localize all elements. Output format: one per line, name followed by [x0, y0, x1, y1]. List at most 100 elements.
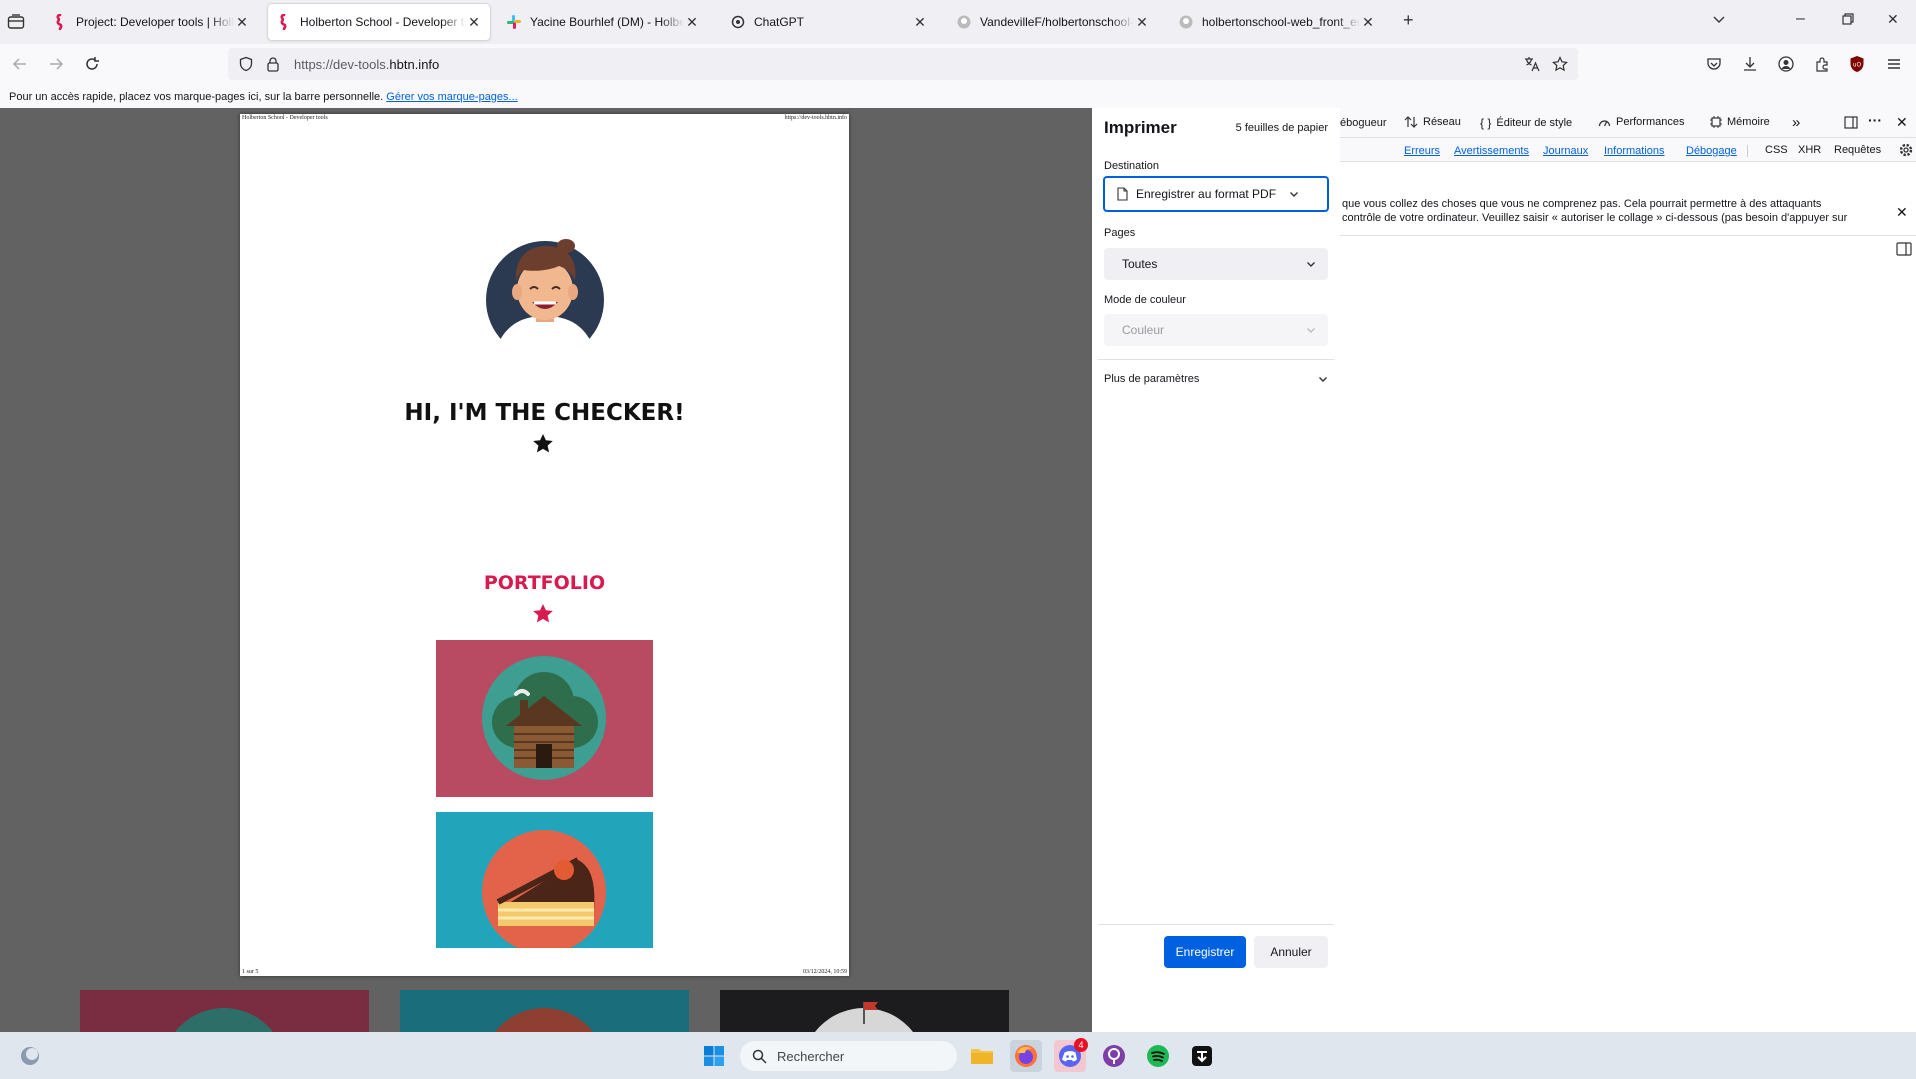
reload-icon[interactable] [84, 56, 100, 72]
widgets-icon[interactable] [14, 1040, 46, 1072]
cancel-button[interactable]: Annuler [1254, 936, 1328, 968]
downloads-icon[interactable] [1742, 56, 1758, 72]
forward-icon[interactable] [48, 56, 64, 72]
url-bar[interactable]: https://dev-tools.hbtn.info [228, 48, 1578, 80]
search-icon [752, 1049, 767, 1064]
filter-logs[interactable]: Journaux [1543, 145, 1588, 157]
devtools-tab-debugger[interactable]: ébogueur [1340, 117, 1387, 129]
url-prefix: https://dev-tools. [294, 56, 390, 72]
close-tab-icon[interactable]: ✕ [234, 14, 250, 31]
devtools-tab-network[interactable]: Réseau [1404, 116, 1461, 128]
windows-taskbar: Rechercher 4 [0, 1032, 1916, 1079]
podcast-app-icon[interactable] [1098, 1040, 1130, 1072]
github-icon [956, 14, 972, 30]
page-footer-right: 03/12/2024, 10:59 [802, 969, 847, 975]
terminal-app-icon[interactable] [1186, 1040, 1218, 1072]
pages-select[interactable]: Toutes [1104, 248, 1328, 280]
destination-label: Destination [1104, 160, 1160, 172]
filter-debug[interactable]: Débogage [1686, 145, 1737, 157]
star-icon [533, 434, 553, 453]
devtools-tab-performance[interactable]: Performances [1598, 116, 1684, 128]
close-tab-icon[interactable]: ✕ [466, 14, 482, 31]
network-icon [1404, 116, 1418, 128]
close-window-icon[interactable]: ✕ [1887, 11, 1899, 28]
spotify-icon[interactable] [1142, 1040, 1174, 1072]
tab-github-front-end[interactable]: holbertonschool-web_front_end ✕ [1170, 4, 1384, 40]
divider [1747, 145, 1748, 157]
firefox-taskbar-icon[interactable] [1010, 1040, 1042, 1072]
tab-github-repo[interactable]: VandevilleF/holbertonschool-web_front_en… [948, 4, 1158, 40]
lock-icon[interactable] [266, 56, 280, 72]
tab-slack-dm[interactable]: Yacine Bourhlef (DM) - Holberton School … [498, 4, 708, 40]
preview-page: Holberton School - Developer tools https… [240, 114, 849, 976]
content-area: Holberton School - Developer tools https… [0, 108, 1916, 1032]
warning-line-1: que vous collez des choses que vous ne c… [1342, 198, 1822, 210]
filter-errors[interactable]: Erreurs [1404, 145, 1440, 157]
filter-info[interactable]: Informations [1604, 145, 1665, 157]
file-explorer-icon[interactable] [966, 1040, 998, 1072]
tab-overview-icon[interactable] [7, 14, 25, 30]
close-tab-icon[interactable]: ✕ [1134, 14, 1150, 31]
slack-icon [506, 14, 522, 30]
holberton-icon [52, 14, 68, 30]
close-devtools-icon[interactable]: ✕ [1896, 114, 1908, 131]
color-mode-select[interactable]: Couleur [1104, 314, 1328, 346]
memory-icon [1710, 116, 1722, 128]
translate-icon[interactable] [1524, 56, 1540, 72]
checker-avatar [486, 232, 604, 356]
dock-side-icon[interactable] [1844, 116, 1858, 129]
account-icon[interactable] [1778, 56, 1794, 72]
split-console-icon[interactable] [1896, 242, 1912, 256]
url-text: https://dev-tools.hbtn.info [294, 57, 439, 72]
background-card-circus [720, 990, 1009, 1032]
more-settings-toggle[interactable]: Plus de paramètres [1104, 368, 1328, 390]
sheet-count: 5 feuilles de papier [1235, 122, 1328, 134]
discord-taskbar-icon[interactable]: 4 [1054, 1038, 1088, 1072]
filter-xhr[interactable]: XHR [1798, 144, 1821, 156]
url-domain: hbtn.info [389, 56, 440, 72]
tab-chatgpt[interactable]: ChatGPT ✕ [722, 4, 936, 40]
menu-hamburger-icon[interactable] [1886, 56, 1902, 72]
navigation-toolbar: https://dev-tools.hbtn.info uO [0, 44, 1916, 84]
destination-select[interactable]: Enregistrer au format PDF [1103, 176, 1329, 212]
tab-title: ChatGPT [754, 15, 805, 29]
ublock-origin-icon[interactable]: uO [1849, 55, 1865, 73]
console-settings-gear-icon[interactable] [1898, 142, 1914, 158]
pocket-icon[interactable] [1706, 56, 1722, 72]
tracking-protection-icon[interactable] [238, 56, 254, 72]
close-tab-icon[interactable]: ✕ [684, 14, 700, 31]
devtools-toolbar: ébogueur Réseau { } Éditeur de style Perf… [1340, 108, 1916, 138]
minimize-icon[interactable]: – [1796, 10, 1805, 28]
close-warning-icon[interactable]: ✕ [1896, 204, 1908, 221]
portfolio-card-cake [436, 812, 653, 948]
filter-requests[interactable]: Requêtes [1834, 144, 1881, 156]
list-all-tabs-icon[interactable] [1712, 12, 1726, 26]
manage-bookmarks-link[interactable]: Gérer vos marque-pages... [386, 91, 517, 103]
divider [1098, 359, 1334, 360]
tab-project-developer-tools[interactable]: Project: Developer tools | Holberton Sch… [44, 4, 258, 40]
github-icon [1178, 14, 1194, 30]
restore-icon[interactable] [1842, 13, 1854, 25]
pages-label: Pages [1104, 227, 1136, 239]
divider [1098, 924, 1334, 925]
devtools-options-icon[interactable]: ··· [1868, 112, 1882, 128]
tab-holberton-developer-tools[interactable]: Holberton School - Developer tools ✕ [268, 4, 490, 40]
page-footer-left: 1 sur 5 [242, 969, 259, 975]
bookmark-star-icon[interactable] [1552, 56, 1568, 72]
filter-warnings[interactable]: Avertissements [1454, 145, 1529, 157]
back-icon[interactable] [12, 56, 28, 72]
new-tab-icon[interactable]: + [1403, 10, 1414, 31]
filter-css[interactable]: CSS [1765, 144, 1788, 156]
save-button[interactable]: Enregistrer [1164, 936, 1246, 968]
start-windows-icon[interactable] [698, 1040, 730, 1072]
close-tab-icon[interactable]: ✕ [1360, 14, 1376, 31]
taskbar-search-box[interactable]: Rechercher [740, 1041, 957, 1071]
devtools-tab-memory[interactable]: Mémoire [1710, 116, 1770, 128]
print-preview-area: Holberton School - Developer tools https… [0, 108, 1092, 1032]
more-tools-icon[interactable]: » [1792, 114, 1800, 131]
tab-title: holbertonschool-web_front_end [1202, 15, 1360, 29]
close-tab-icon[interactable]: ✕ [912, 14, 928, 31]
cabin-icon [482, 656, 606, 780]
extensions-icon[interactable] [1814, 56, 1830, 72]
devtools-tab-style-editor[interactable]: { } Éditeur de style [1480, 116, 1572, 130]
